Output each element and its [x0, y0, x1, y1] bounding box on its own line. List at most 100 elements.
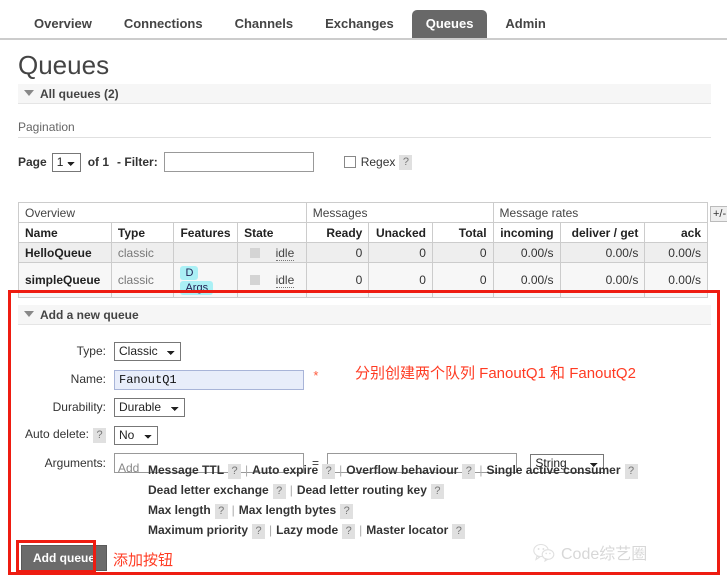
rabbitmq-management-page: Overview Connections Channels Exchanges …: [0, 0, 727, 583]
queues-table-body: HelloQueue classic idle 0 0 0 0.00/s 0.0…: [18, 242, 708, 298]
queue-type-cell: classic: [110, 262, 175, 298]
preset-row-3: Max length? | Max length bytes?: [148, 500, 708, 520]
filter-label: - Filter:: [117, 155, 158, 169]
max-length-help-icon[interactable]: ?: [214, 504, 228, 519]
nav-tab-overview[interactable]: Overview: [20, 10, 106, 38]
feature-badge-durable: D: [180, 266, 199, 280]
add-queue-section-header[interactable]: Add a new queue: [18, 305, 711, 325]
table-column-header-row: Name Type Features State Ready Unacked T…: [18, 222, 708, 243]
regex-help-icon[interactable]: ?: [399, 154, 413, 170]
pagination-label: Pagination: [18, 120, 711, 138]
auto-delete-label: Auto delete:?: [20, 422, 112, 448]
preset-dead-letter-routing-key[interactable]: Dead letter routing key: [297, 483, 427, 497]
queue-ack-cell: 0.00/s: [644, 242, 708, 263]
nav-tab-connections[interactable]: Connections: [110, 10, 217, 38]
column-header-name[interactable]: Name: [18, 222, 112, 243]
queue-name-input[interactable]: [114, 370, 304, 390]
auto-expire-help-icon[interactable]: ?: [322, 464, 336, 479]
column-header-incoming[interactable]: incoming: [492, 222, 561, 243]
single-active-consumer-help-icon[interactable]: ?: [624, 464, 638, 479]
queue-type-cell: classic: [110, 242, 175, 263]
table-row[interactable]: simpleQueue classic DArgs idle 0 0 0 0.0…: [18, 262, 708, 298]
state-text: idle: [275, 245, 295, 261]
queue-ack-cell: 0.00/s: [644, 262, 708, 298]
group-header-messages: Messages: [305, 202, 494, 223]
table-group-header-row: Overview Messages Message rates: [18, 202, 709, 223]
column-header-ready[interactable]: Ready: [305, 222, 370, 243]
filter-input[interactable]: [163, 152, 314, 172]
maximum-priority-help-icon[interactable]: ?: [252, 524, 266, 539]
column-header-total[interactable]: Total: [431, 222, 494, 243]
nav-tab-queues[interactable]: Queues: [411, 10, 488, 38]
preset-single-active-consumer[interactable]: Single active consumer: [486, 463, 620, 477]
annotation-form-note: 分别创建两个队列 FanoutQ1 和 FanoutQ2: [355, 365, 636, 382]
preset-overflow-behaviour[interactable]: Overflow behaviour: [346, 463, 458, 477]
annotation-button-note: 添加按钮: [113, 552, 174, 569]
pagination-controls: Page 1 of 1 - Filter: Regex ?: [18, 152, 413, 172]
nav-tab-admin[interactable]: Admin: [491, 10, 559, 38]
dead-letter-routing-key-help-icon[interactable]: ?: [430, 484, 444, 499]
preset-max-length-bytes[interactable]: Max length bytes: [239, 503, 336, 517]
queue-ready-cell: 0: [305, 242, 370, 263]
queues-table: Overview Messages Message rates Name Typ…: [18, 202, 709, 298]
collapse-triangle-icon[interactable]: [24, 90, 34, 96]
nav-tab-exchanges[interactable]: Exchanges: [311, 10, 408, 38]
auto-delete-select[interactable]: No: [114, 425, 158, 445]
wechat-icon: [533, 543, 555, 562]
queue-incoming-cell: 0.00/s: [492, 262, 561, 298]
preset-maximum-priority[interactable]: Maximum priority: [148, 523, 248, 537]
expand-columns-toggle[interactable]: +/-: [710, 206, 727, 222]
queue-state-cell: idle: [237, 262, 307, 298]
queue-name-cell[interactable]: HelloQueue: [18, 242, 112, 263]
column-header-ack[interactable]: ack: [644, 222, 708, 243]
queue-name-cell[interactable]: simpleQueue: [18, 262, 112, 298]
nav-tab-channels[interactable]: Channels: [221, 10, 308, 38]
table-row[interactable]: HelloQueue classic idle 0 0 0 0.00/s 0.0…: [18, 242, 708, 263]
column-header-unacked[interactable]: Unacked: [368, 222, 433, 243]
page-label: Page: [18, 155, 47, 169]
page-select[interactable]: 1: [51, 152, 81, 172]
lazy-mode-help-icon[interactable]: ?: [342, 524, 356, 539]
dead-letter-exchange-help-icon[interactable]: ?: [272, 484, 286, 499]
argument-presets: Message TTL? | Auto expire? | Overflow behav…: [148, 460, 708, 540]
all-queues-section-header[interactable]: All queues (2): [18, 84, 711, 104]
column-header-deliver-get[interactable]: deliver / get: [559, 222, 646, 243]
group-header-overview: Overview: [18, 202, 307, 223]
queue-unacked-cell: 0: [368, 242, 433, 263]
name-label: Name:: [70, 372, 106, 386]
auto-delete-help-icon[interactable]: ?: [93, 428, 106, 443]
max-length-bytes-help-icon[interactable]: ?: [340, 504, 354, 519]
preset-master-locator[interactable]: Master locator: [366, 523, 448, 537]
preset-auto-expire[interactable]: Auto expire: [252, 463, 318, 477]
column-header-features[interactable]: Features: [173, 222, 239, 243]
add-queue-button-highlight: [16, 540, 96, 573]
preset-message-ttl[interactable]: Message TTL: [148, 463, 224, 477]
durability-select[interactable]: Durable: [114, 397, 185, 417]
preset-lazy-mode[interactable]: Lazy mode: [276, 523, 338, 537]
queue-type-select[interactable]: Classic: [114, 341, 181, 361]
regex-checkbox[interactable]: [343, 156, 356, 168]
preset-row-2: Dead letter exchange? | Dead letter routin…: [148, 480, 708, 500]
type-label: Type:: [76, 344, 106, 358]
column-header-state[interactable]: State: [237, 222, 307, 243]
preset-max-length[interactable]: Max length: [148, 503, 211, 517]
queue-deliver-get-cell: 0.00/s: [559, 242, 646, 263]
column-header-type[interactable]: Type: [110, 222, 175, 243]
add-argument-link[interactable]: Add: [118, 461, 139, 475]
state-indicator-icon: [249, 275, 260, 285]
preset-row-4: Maximum priority? | Lazy mode? | Master loca…: [148, 520, 708, 540]
top-navbar: Overview Connections Channels Exchanges …: [0, 0, 727, 40]
queue-total-cell: 0: [431, 242, 494, 263]
collapse-triangle-icon[interactable]: [24, 311, 34, 317]
message-ttl-help-icon[interactable]: ?: [228, 464, 242, 479]
queue-total-cell: 0: [431, 262, 494, 298]
queues-table-head: Overview Messages Message rates Name Typ…: [18, 202, 709, 243]
master-locator-help-icon[interactable]: ?: [452, 524, 466, 539]
form-row-durability: Durability: Durable: [20, 394, 604, 420]
arguments-label: Arguments:: [44, 456, 106, 470]
queue-deliver-get-cell: 0.00/s: [559, 262, 646, 298]
page-total-label: of 1: [87, 155, 110, 169]
queue-unacked-cell: 0: [368, 262, 433, 298]
overflow-behaviour-help-icon[interactable]: ?: [462, 464, 476, 479]
preset-dead-letter-exchange[interactable]: Dead letter exchange: [148, 483, 269, 497]
